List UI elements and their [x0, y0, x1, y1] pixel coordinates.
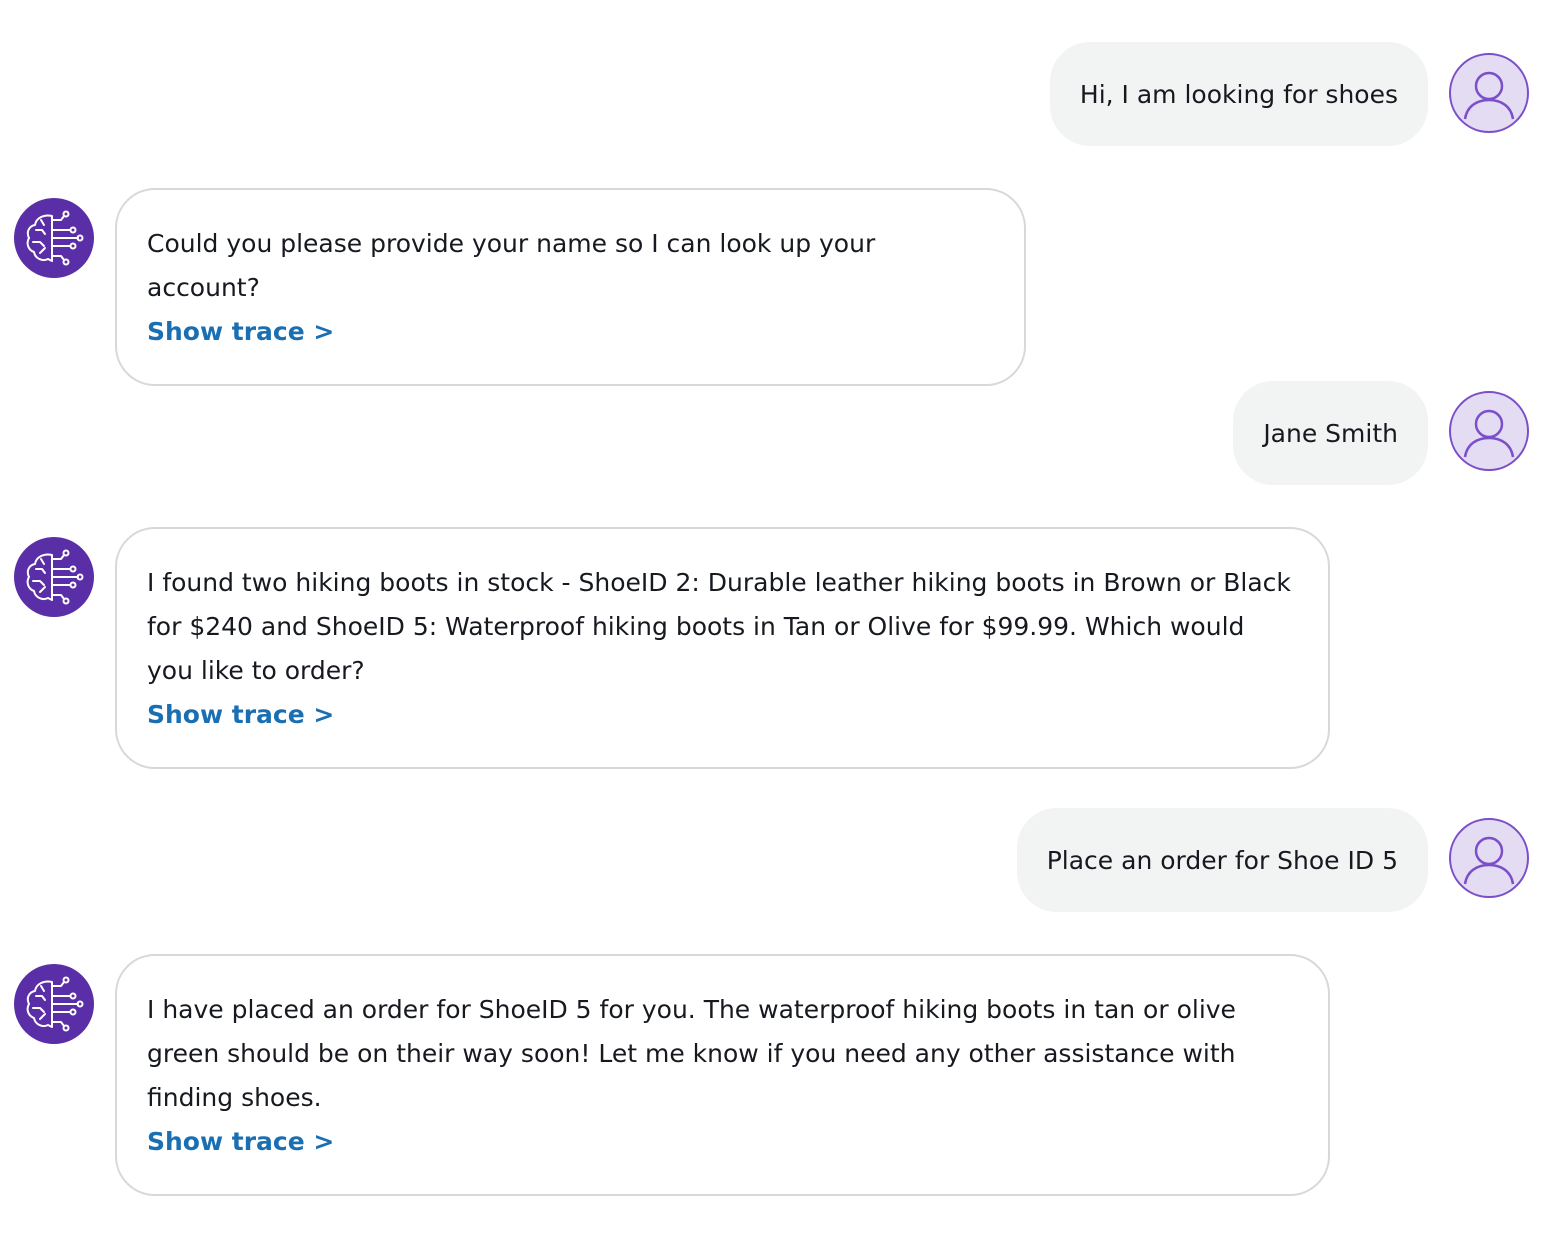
- ai-brain-circuit-icon: [14, 964, 94, 1044]
- show-trace-link[interactable]: Show trace >: [147, 1120, 334, 1164]
- chat-conversation: Hi, I am looking for shoes Could you ple…: [0, 0, 1554, 1248]
- assistant-message-bubble: Could you please provide your name so I …: [115, 188, 1026, 386]
- ai-brain-circuit-icon: [14, 198, 94, 278]
- user-message-bubble: Hi, I am looking for shoes: [1049, 42, 1428, 146]
- show-trace-link[interactable]: Show trace >: [147, 693, 334, 737]
- assistant-message-text: I found two hiking boots in stock - Shoe…: [147, 568, 1291, 685]
- user-avatar-icon: [1449, 818, 1529, 898]
- assistant-message-bubble: I found two hiking boots in stock - Shoe…: [115, 527, 1330, 769]
- user-message-text: Jane Smith: [1263, 418, 1398, 448]
- user-message-text: Hi, I am looking for shoes: [1079, 79, 1398, 109]
- user-avatar-icon: [1449, 391, 1529, 471]
- user-message-text: Place an order for Shoe ID 5: [1046, 845, 1398, 875]
- assistant-message-bubble: I have placed an order for ShoeID 5 for …: [115, 954, 1330, 1196]
- user-message-bubble: Place an order for Shoe ID 5: [1016, 808, 1428, 912]
- show-trace-link[interactable]: Show trace >: [147, 310, 334, 354]
- user-message-row: Jane Smith: [0, 381, 1554, 485]
- ai-brain-circuit-icon: [14, 537, 94, 617]
- assistant-message-row: Could you please provide your name so I …: [0, 188, 1554, 386]
- assistant-message-row: I have placed an order for ShoeID 5 for …: [0, 954, 1554, 1196]
- user-message-row: Place an order for Shoe ID 5: [0, 808, 1554, 912]
- assistant-message-row: I found two hiking boots in stock - Shoe…: [0, 527, 1554, 769]
- user-avatar-icon: [1449, 53, 1529, 133]
- assistant-message-text: I have placed an order for ShoeID 5 for …: [147, 995, 1236, 1112]
- user-message-row: Hi, I am looking for shoes: [0, 42, 1554, 146]
- assistant-message-text: Could you please provide your name so I …: [147, 229, 876, 302]
- user-message-bubble: Jane Smith: [1233, 381, 1428, 485]
